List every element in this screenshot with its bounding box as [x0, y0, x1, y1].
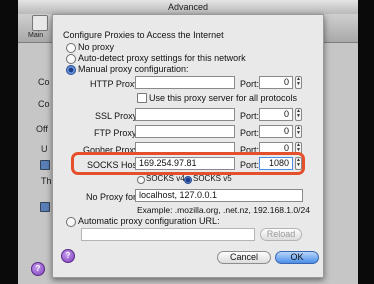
ssl-proxy-field[interactable] — [135, 108, 235, 121]
socks-v5-radio[interactable] — [184, 176, 192, 184]
no-proxy-example: Example: .mozilla.org, .net.nz, 192.168.… — [137, 205, 310, 215]
ssl-port-stepper[interactable]: ▲ ▼ — [295, 108, 302, 121]
socks-v4-radio[interactable] — [137, 176, 145, 184]
http-proxy-field[interactable] — [135, 76, 235, 89]
bg-label-fragment: Off — [36, 124, 48, 134]
connection-settings-sheet: Configure Proxies to Access the Internet… — [52, 14, 324, 278]
window-titlebar: Advanced — [18, 0, 358, 15]
no-proxy-for-label: No Proxy for: — [86, 192, 139, 202]
auto-config-url-label[interactable]: Automatic proxy configuration URL: — [78, 216, 220, 226]
socks-v4-label[interactable]: SOCKS v4 — [146, 174, 185, 183]
no-proxy-radio[interactable] — [66, 43, 76, 53]
auto-detect-label[interactable]: Auto-detect proxy settings for this netw… — [78, 53, 246, 63]
ok-button[interactable]: OK — [275, 251, 319, 264]
http-proxy-label: HTTP Proxy: — [90, 79, 142, 89]
http-port-label: Port: — [240, 79, 260, 89]
socks-highlight-callout — [71, 152, 305, 175]
bg-label-fragment: Th — [41, 176, 52, 186]
ftp-port-label: Port: — [240, 128, 260, 138]
same-proxy-label[interactable]: Use this proxy server for all protocols — [149, 93, 297, 103]
reload-button[interactable]: Reload — [260, 228, 302, 241]
bg-checkbox[interactable] — [40, 160, 50, 170]
http-port-stepper[interactable]: ▲ ▼ — [295, 76, 302, 89]
same-proxy-checkbox[interactable] — [137, 93, 147, 103]
ftp-port-field[interactable]: 0 — [259, 125, 293, 138]
window-title: Advanced — [167, 2, 209, 12]
bg-label-fragment: U — [41, 144, 48, 154]
bg-help-button[interactable]: ? — [31, 262, 45, 276]
auto-detect-radio[interactable] — [66, 54, 76, 64]
ftp-port-stepper[interactable]: ▲ ▼ — [295, 125, 302, 138]
no-proxy-for-field[interactable]: localhost, 127.0.0.1 — [135, 189, 303, 202]
socks-v5-label[interactable]: SOCKS v5 — [193, 174, 232, 183]
ftp-proxy-label: FTP Proxy: — [94, 128, 139, 138]
http-port-field[interactable]: 0 — [259, 76, 293, 89]
manual-proxy-radio[interactable] — [66, 65, 76, 75]
cancel-button[interactable]: Cancel — [217, 251, 271, 264]
dialog-heading: Configure Proxies to Access the Internet — [63, 30, 224, 40]
help-button[interactable]: ? — [61, 249, 75, 263]
main-pane-icon[interactable] — [32, 15, 48, 31]
ssl-port-field[interactable]: 0 — [259, 108, 293, 121]
manual-proxy-label[interactable]: Manual proxy configuration: — [78, 64, 189, 74]
ssl-proxy-label: SSL Proxy: — [95, 111, 140, 121]
ssl-port-label: Port: — [240, 111, 260, 121]
bg-label-fragment: Co — [38, 99, 50, 109]
auto-config-url-radio[interactable] — [66, 217, 76, 227]
ftp-proxy-field[interactable] — [135, 125, 235, 138]
bg-label-fragment: Co — [38, 77, 50, 87]
bg-checkbox[interactable] — [40, 202, 50, 212]
main-pane-label[interactable]: Main — [28, 32, 43, 39]
no-proxy-label[interactable]: No proxy — [78, 42, 114, 52]
auto-config-url-field[interactable] — [81, 228, 255, 241]
